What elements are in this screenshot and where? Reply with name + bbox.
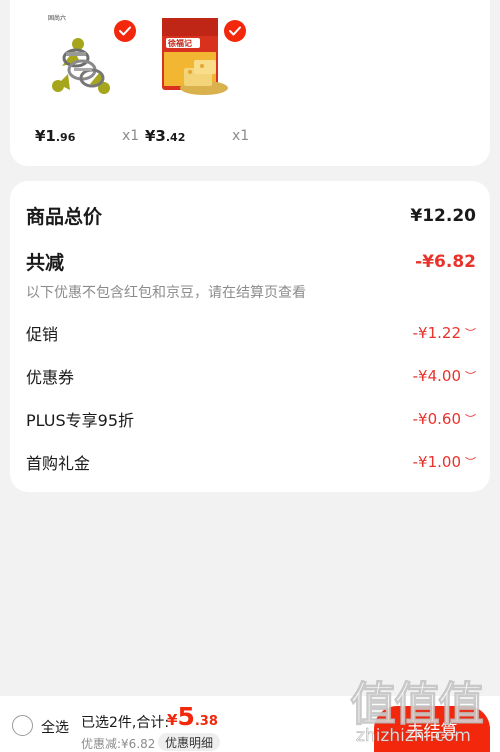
discount-row-promotion[interactable]: 促销 -¥1.22 ︶ — [26, 321, 476, 345]
chevron-down-icon[interactable]: ︶ — [465, 414, 476, 425]
goods-total-label: 商品总价 — [26, 206, 103, 228]
select-all-radio-icon[interactable] — [12, 715, 33, 736]
total-reduction-value: -¥6.82 — [415, 251, 476, 272]
discount-value: -¥4.00 ︶ — [412, 367, 476, 385]
discount-label: 促销 — [26, 325, 59, 344]
total-reduction-label: 共减 — [26, 252, 65, 274]
product-checkbox-pastry[interactable] — [224, 20, 246, 42]
chevron-down-icon[interactable]: ︶ — [465, 457, 476, 468]
savings-label: 优惠减:¥6.82 — [81, 737, 156, 751]
product-price-pastry: ¥3.42 — [145, 127, 186, 145]
watermark: 值值值 zhizhizhi.com — [350, 668, 500, 752]
selected-products-card: 固尚六 ¥1.96 x1 徐福记 ¥3.42 x1 — [10, 0, 490, 166]
chevron-down-icon[interactable]: ︶ — [465, 328, 476, 339]
goods-total-value: ¥12.20 — [410, 205, 476, 226]
discount-value: -¥1.00 ︶ — [412, 453, 476, 471]
discount-value: -¥0.60 ︶ — [412, 410, 476, 428]
checkout-total-price: ¥5.38 — [167, 702, 218, 731]
discount-row-plus[interactable]: PLUS专享95折 -¥0.60 ︶ — [26, 407, 476, 431]
discount-note: 以下优惠不包含红包和京豆，请在结算页查看 — [26, 285, 306, 301]
discount-label: 优惠券 — [26, 368, 75, 387]
product-brand-text: 固尚六 — [48, 14, 66, 22]
goods-total-row: 商品总价 ¥12.20 — [26, 202, 476, 229]
check-icon — [229, 26, 241, 36]
discount-row-first-purchase[interactable]: 首购礼金 -¥1.00 ︶ — [26, 450, 476, 474]
product-checkbox-clamp[interactable] — [114, 20, 136, 42]
product-item-clamp[interactable]: 固尚六 ¥1.96 x1 — [34, 14, 139, 154]
svg-text:徐福记: 徐福记 — [167, 38, 192, 48]
chevron-down-icon[interactable]: ︶ — [465, 371, 476, 382]
total-reduction-row: 共减 -¥6.82 — [26, 248, 476, 275]
check-icon — [119, 26, 131, 36]
select-all-label[interactable]: 全选 — [41, 717, 69, 737]
discount-detail-button[interactable]: 优惠明细 — [158, 733, 221, 751]
discount-value: -¥1.22 ︶ — [412, 324, 476, 342]
product-qty-clamp: x1 — [122, 128, 140, 144]
product-item-pastry[interactable]: 徐福记 ¥3.42 x1 — [144, 14, 249, 154]
discount-label: 首购礼金 — [26, 454, 91, 473]
product-price-clamp: ¥1.96 — [35, 127, 76, 145]
discount-label: PLUS专享95折 — [26, 411, 134, 430]
discount-row-coupon[interactable]: 优惠券 -¥4.00 ︶ — [26, 364, 476, 388]
watermark-url: zhizhizhi.com — [356, 726, 472, 747]
selected-count-label: 已选2件,合计: — [81, 715, 170, 731]
product-qty-pastry: x1 — [232, 128, 250, 144]
watermark-logo: 值值值 — [350, 677, 485, 732]
price-summary-card: 商品总价 ¥12.20 共减 -¥6.82 以下优惠不包含红包和京豆，请在结算页… — [10, 181, 490, 492]
